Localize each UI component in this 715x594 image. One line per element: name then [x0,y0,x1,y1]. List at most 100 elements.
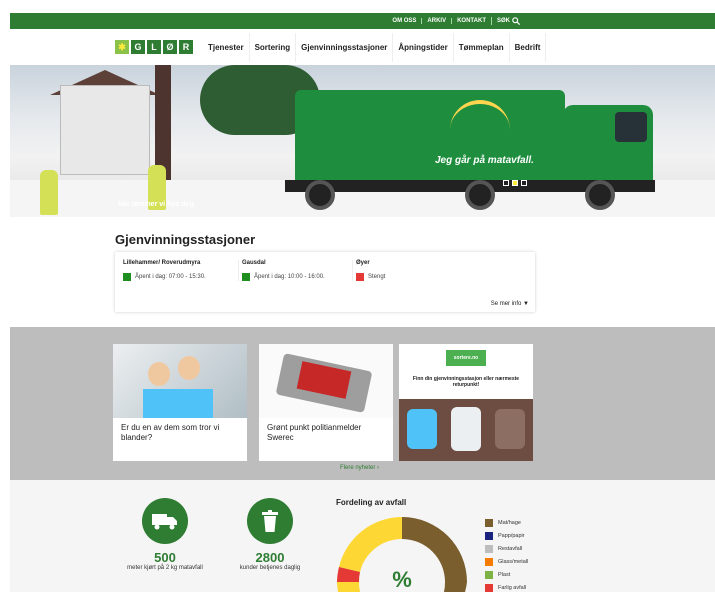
news-image-kids [113,344,247,418]
station-lillehammer[interactable]: Lillehammer/ Roverudmyra Åpent i dag: 07… [123,260,238,281]
bin-icon-svg [262,510,278,532]
sortere-text: Finn din gjenvinningsstasjon eller nærme… [412,376,520,388]
news-title: Er du en av dem som tror vi blander? [121,423,220,443]
legend-label: Farlig avfall [498,584,527,591]
legend-item: Farlig avfall [485,581,528,594]
logo-letter: L [147,40,161,54]
main-navigation: ✱ G L Ø R Tjenester Sortering Gjenvinnin… [10,29,715,65]
legend-item: Mat/hage [485,516,528,529]
station-name: Øyer [356,260,370,266]
slider-dot[interactable] [503,180,509,186]
truck-wheel [585,180,615,210]
glor-logo[interactable]: ✱ G L Ø R [115,40,193,54]
search-button[interactable]: SØK [490,17,525,25]
legend-label: Restavfall [498,545,523,552]
status-text: Åpent i dag: 07:00 - 15:30. [135,274,206,280]
stations-box: Lillehammer/ Roverudmyra Åpent i dag: 07… [115,252,535,312]
waste-donut-chart: % [337,517,467,592]
worker-figure [40,170,58,215]
logo-letter: G [131,40,145,54]
stats-section: 500 meter kjørt på 2 kg matavfall 2800 k… [10,480,715,592]
legend-swatch [485,583,493,592]
more-news-link[interactable]: Flere nyheter › [340,465,379,471]
see-more-label: Se mer info [490,301,522,307]
truck-icon-svg [152,514,177,530]
stat-distance: 500 meter kjørt på 2 kg matavfall [125,498,205,572]
legend-label: Papp/papir [498,532,525,539]
truck-slogan: Jeg går på matavfall. [435,155,534,166]
nav-bedrift[interactable]: Bedrift [510,32,547,62]
donut-center-label: % [392,567,412,592]
stat-label: kunder betjenes daglig [239,565,301,571]
distribution-title: Fordeling av avfall [336,498,407,507]
recycling-stations-section: Gjenvinningsstasjoner Lillehammer/ Rover… [10,217,715,327]
truck-body [295,90,565,185]
more-news-label: Flere nyheter [340,465,376,471]
slider-dot-active[interactable] [512,180,518,186]
news-title: Grønt punkt politianmelder Swerec [267,423,362,443]
station-status: Åpent i dag: 10:00 - 16:00. [242,273,353,281]
sortere-ad-card[interactable]: sortere.no Finn din gjenvinningsstasjon … [399,344,533,461]
station-status: Åpent i dag: 07:00 - 15:30. [123,273,238,281]
legend-swatch [485,518,493,527]
station-name: Gausdal [242,260,266,266]
bin-image [143,389,213,418]
chevron-right-icon: › [377,465,380,471]
section-title: Gjenvinningsstasjoner [115,232,256,247]
status-text: Åpent i dag: 10:00 - 16:00. [254,274,325,280]
donut-segment-yellow-lower [337,582,360,592]
stat-label: meter kjørt på 2 kg matavfall [127,565,203,571]
chart-legend: Mat/hage Papp/papir Restavfall Glass/met… [485,516,528,594]
open-status-icon [123,273,131,281]
top-utility-bar: OM OSS ARKIV KONTAKT SØK [10,13,715,29]
news-section: Er du en av dem som tror vi blander? Grø… [10,327,715,480]
legend-item: Glass/metall [485,555,528,568]
station-gausdal[interactable]: Gausdal Åpent i dag: 10:00 - 16:00. [238,260,353,281]
legend-swatch [485,531,493,540]
link-om-oss[interactable]: OM OSS [387,18,421,24]
station-status: Stengt [356,273,467,281]
nav-apningstider[interactable]: Åpningstider [393,32,454,62]
station-name: Lillehammer/ Roverudmyra [123,260,201,266]
stat-number: 500 [154,550,176,565]
sun-logo-icon: ✱ [115,40,129,54]
child-figure [178,356,200,380]
legend-swatch [485,557,493,566]
nav-tommeplan[interactable]: Tømmeplan [454,32,510,62]
legend-label: Mat/hage [498,519,521,526]
logo-letter: Ø [163,40,177,54]
hero-banner[interactable]: Jeg går på matavfall. Når tømmer vi hos … [10,65,715,217]
bin-image [495,409,525,449]
garbage-truck-image: Jeg går på matavfall. [285,80,660,215]
news-card[interactable]: Er du en av dem som tror vi blander? [113,344,247,461]
bins-image [399,399,533,461]
news-image-packaging [259,344,393,418]
nav-tjenester[interactable]: Tjenester [203,32,250,62]
stat-number: 2800 [255,550,285,565]
donut-segment-yellow [339,517,402,572]
link-arkiv[interactable]: ARKIV [421,18,451,24]
status-text: Stengt [368,274,386,280]
logo-letter: R [179,40,193,54]
donut-segment-mat-lower [444,582,467,592]
slider-dots [503,180,527,186]
child-figure [148,362,170,386]
stat-customers: 2800 kunder betjenes daglig [230,498,310,572]
legend-label: Glass/metall [498,558,529,565]
bin-icon [247,498,293,544]
search-label: SØK [496,18,510,24]
hero-caption[interactable]: Når tømmer vi hos deg [118,201,194,208]
house-image [60,85,150,175]
news-card[interactable]: Grønt punkt politianmelder Swerec [259,344,393,461]
bin-image [407,409,437,449]
station-oyer[interactable]: Øyer Stengt [352,260,467,281]
link-kontakt[interactable]: KONTAKT [451,18,491,24]
bin-image [451,407,481,451]
see-more-info-link[interactable]: Se mer info ▼ [491,301,529,307]
nav-gjenvinningsstasjoner[interactable]: Gjenvinningsstasjoner [296,32,394,62]
slider-dot[interactable] [521,180,527,186]
closed-status-icon [356,273,364,281]
truck-wheel [305,180,335,210]
legend-swatch [485,570,493,579]
nav-sortering[interactable]: Sortering [250,32,297,62]
